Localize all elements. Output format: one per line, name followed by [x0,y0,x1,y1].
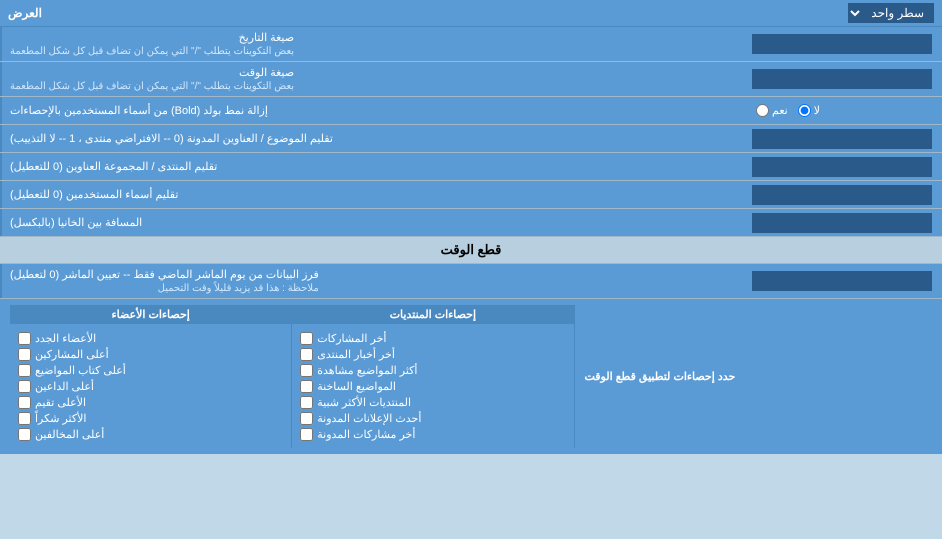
cb-forum-3: المواضيع الساخنة [300,380,565,393]
radio-yes-label[interactable]: نعم [756,104,788,117]
column-gap-input[interactable]: 2 [752,213,932,233]
column-gap-label: المسافة بين الخانيا (بالبكسل) [0,209,742,236]
cb-member-0-input[interactable] [18,332,31,345]
forum-order-row: 33 تقليم المنتدى / المجموعة العناوين (0 … [0,153,942,181]
cb-forum-3-input[interactable] [300,380,313,393]
title-order-row: 33 تقليم الموضوع / العناوين المدونة (0 -… [0,125,942,153]
cb-forum-6-input[interactable] [300,428,313,441]
bold-remove-label: إزالة نمط بولد (Bold) من أسماء المستخدمي… [0,97,742,124]
member-stats-header: إحصاءات الأعضاء [10,305,291,324]
cb-member-6-input[interactable] [18,428,31,441]
time-cutoff-input-container[interactable]: 0 [742,264,942,298]
cb-member-4: الأعلى تقيم [18,396,283,409]
username-order-label: تقليم أسماء المستخدمين (0 للتعطيل) [0,181,742,208]
date-format-label: صيغة التاريخ بعض التكوينات يتطلب "/" الت… [0,27,742,61]
bold-radio-group: لا نعم [748,101,828,120]
cb-forum-2-input[interactable] [300,364,313,377]
cb-member-1-input[interactable] [18,348,31,361]
cb-forum-0-input[interactable] [300,332,313,345]
date-format-row: d-m صيغة التاريخ بعض التكوينات يتطلب "/"… [0,27,942,62]
cb-member-5: الأكثر شكراً [18,412,283,425]
forum-order-input[interactable]: 33 [752,157,932,177]
bold-remove-row: لا نعم إزالة نمط بولد (Bold) من أسماء ال… [0,97,942,125]
column-gap-row: 2 المسافة بين الخانيا (بالبكسل) [0,209,942,237]
cb-member-3: أعلى الداعين [18,380,283,393]
member-stats-items: الأعضاء الجدد أعلى المشاركين أعلى كتاب ا… [10,328,291,448]
forum-order-input-container[interactable]: 33 [742,153,942,180]
time-cutoff-label: فرز البيانات من يوم الماشر الماضي فقط --… [0,264,742,298]
main-container: سطر واحد سطران ثلاثة أسطر العرض d-m صيغة… [0,0,942,454]
cb-member-6: أعلى المخالفين [18,428,283,441]
column-gap-input-container[interactable]: 2 [742,209,942,236]
time-format-input-container[interactable]: H:i [742,62,942,96]
cb-member-2-input[interactable] [18,364,31,377]
cb-forum-5-input[interactable] [300,412,313,425]
display-select[interactable]: سطر واحد سطران ثلاثة أسطر [848,3,934,23]
radio-no-label[interactable]: لا [798,104,820,117]
time-cutoff-input[interactable]: 0 [752,271,932,291]
cb-forum-6: أخر مشاركات المدونة [300,428,565,441]
cb-member-1: أعلى المشاركين [18,348,283,361]
cb-forum-1-input[interactable] [300,348,313,361]
time-section-header: قطع الوقت [0,237,942,264]
cb-member-3-input[interactable] [18,380,31,393]
header-label: العرض [8,6,42,20]
title-order-label: تقليم الموضوع / العناوين المدونة (0 -- ا… [0,125,742,152]
title-order-input-container[interactable]: 33 [742,125,942,152]
cb-forum-1: أخر أخبار المنتدى [300,348,565,361]
date-format-input[interactable]: d-m [752,34,932,54]
top-header-row: سطر واحد سطران ثلاثة أسطر العرض [0,0,942,27]
cb-member-2: أعلى كتاب المواضيع [18,364,283,377]
username-order-row: 0 تقليم أسماء المستخدمين (0 للتعطيل) [0,181,942,209]
member-stats-col: إحصاءات الأعضاء الأعضاء الجدد أعلى المشا… [10,305,291,448]
display-select-container[interactable]: سطر واحد سطران ثلاثة أسطر [848,3,934,23]
forum-stats-col: إحصاءات المنتديات أخر المشاركات أخر أخبا… [291,305,574,448]
time-format-input[interactable]: H:i [752,69,932,89]
time-format-label: صيغة الوقت بعض التكوينات يتطلب "/" التي … [0,62,742,96]
stats-section: حدد إحصاءات لتطبيق قطع الوقت إحصاءات الم… [0,299,942,454]
stats-section-label: حدد إحصاءات لتطبيق قطع الوقت [575,305,933,448]
cb-forum-2: أكثر المواضيع مشاهدة [300,364,565,377]
title-order-input[interactable]: 33 [752,129,932,149]
cb-forum-5: أحدث الإعلانات المدونة [300,412,565,425]
forum-stats-header: إحصاءات المنتديات [292,305,573,324]
cb-forum-0: أخر المشاركات [300,332,565,345]
time-format-row: H:i صيغة الوقت بعض التكوينات يتطلب "/" ا… [0,62,942,97]
cb-member-4-input[interactable] [18,396,31,409]
cb-forum-4: المنتديات الأكثر شبية [300,396,565,409]
forum-order-label: تقليم المنتدى / المجموعة العناوين (0 للت… [0,153,742,180]
username-order-input-container[interactable]: 0 [742,181,942,208]
date-format-input-container[interactable]: d-m [742,27,942,61]
forum-stats-items: أخر المشاركات أخر أخبار المنتدى أكثر الم… [292,328,573,448]
radio-no[interactable] [798,104,811,117]
cb-member-5-input[interactable] [18,412,31,425]
cb-forum-4-input[interactable] [300,396,313,409]
cb-member-0: الأعضاء الجدد [18,332,283,345]
time-cutoff-row: 0 فرز البيانات من يوم الماشر الماضي فقط … [0,264,942,299]
bold-remove-radio-container: لا نعم [742,97,942,124]
username-order-input[interactable]: 0 [752,185,932,205]
radio-yes[interactable] [756,104,769,117]
